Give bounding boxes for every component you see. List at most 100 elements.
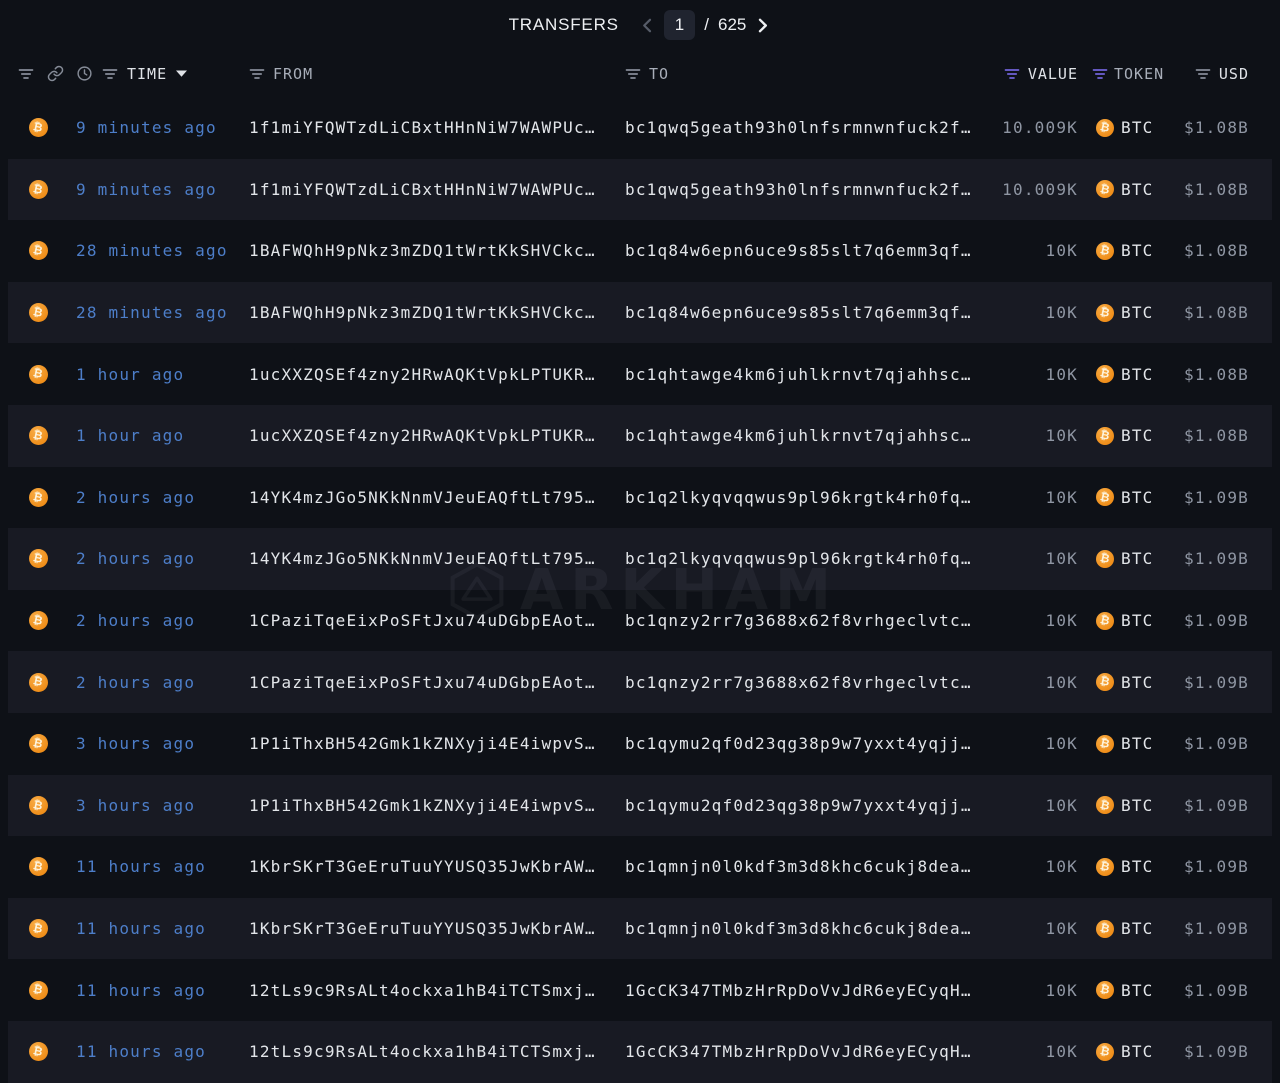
to-address[interactable]: bc1qnzy2rr7g3688x62f8vrhgeclvtc… [625, 673, 985, 692]
from-address[interactable]: 14YK4mzJGo5NKkNnmVJeuEAQftLt795… [249, 549, 625, 568]
time-link[interactable]: 3 hours ago [76, 734, 249, 753]
from-address[interactable]: 14YK4mzJGo5NKkNnmVJeuEAQftLt795… [249, 488, 625, 507]
table-row[interactable]: ₿ 11 hours ago 1KbrSKrT3GeEruTuuYYUSQ35J… [0, 898, 1280, 960]
usd-value: $1.08B [1160, 118, 1280, 137]
column-label-time[interactable]: TIME [127, 65, 167, 83]
from-address[interactable]: 12tLs9c9RsALt4ockxa1hB4iTCTSmxj… [249, 1042, 625, 1061]
table-row[interactable]: ₿ 9 minutes ago 1f1miYFQWTzdLiCBxtHHnNiW… [0, 97, 1280, 159]
filter-icon[interactable] [18, 65, 34, 82]
table-row[interactable]: ₿ 2 hours ago 14YK4mzJGo5NKkNnmVJeuEAQft… [0, 467, 1280, 529]
from-address[interactable]: 1ucXXZQSEf4zny2HRwAQKtVpkLPTUKR… [249, 426, 625, 445]
filter-icon[interactable] [1195, 67, 1211, 81]
column-label-from[interactable]: FROM [273, 65, 313, 83]
time-link[interactable]: 11 hours ago [76, 857, 249, 876]
to-address[interactable]: bc1q2lkyqvqqwus9pl96krgtk4rh0fq… [625, 488, 985, 507]
from-address[interactable]: 1P1iThxBH542Gmk1kZNXyji4E4iwpvS… [249, 796, 625, 815]
header-time-column: TIME [76, 65, 249, 83]
clock-icon[interactable] [76, 65, 93, 82]
table-row[interactable]: ₿ 28 minutes ago 1BAFWQhH9pNkz3mZDQ1tWrt… [0, 282, 1280, 344]
next-page-button[interactable] [755, 17, 771, 33]
from-address[interactable]: 12tLs9c9RsALt4ockxa1hB4iTCTSmxj… [249, 981, 625, 1000]
time-link[interactable]: 2 hours ago [76, 549, 249, 568]
from-address[interactable]: 1CPaziTqeEixPoSFtJxu74uDGbpEAot… [249, 611, 625, 630]
transfer-value: 10K [985, 919, 1078, 938]
token-cell: ₿ BTC [1078, 303, 1160, 322]
transfers-table-body: ₿ 9 minutes ago 1f1miYFQWTzdLiCBxtHHnNiW… [0, 97, 1280, 1083]
bitcoin-chain-icon: ₿ [29, 118, 48, 137]
usd-value: $1.08B [1160, 180, 1280, 199]
time-link[interactable]: 1 hour ago [76, 426, 249, 445]
time-link[interactable]: 9 minutes ago [76, 118, 249, 137]
token-symbol: BTC [1121, 241, 1154, 260]
to-address[interactable]: bc1q2lkyqvqqwus9pl96krgtk4rh0fq… [625, 549, 985, 568]
time-link[interactable]: 11 hours ago [76, 1042, 249, 1061]
from-address[interactable]: 1KbrSKrT3GeEruTuuYYUSQ35JwKbrAW… [249, 857, 625, 876]
bitcoin-token-icon: ₿ [1096, 180, 1114, 198]
to-address[interactable]: 1GcCK347TMbzHrRpDoVvJdR6eyECyqH… [625, 981, 985, 1000]
from-address[interactable]: 1CPaziTqeEixPoSFtJxu74uDGbpEAot… [249, 673, 625, 692]
to-address[interactable]: bc1qymu2qf0d23qg38p9w7yxxt4yqjj… [625, 796, 985, 815]
column-label-usd[interactable]: USD [1219, 65, 1249, 83]
bitcoin-chain-icon: ₿ [29, 673, 48, 692]
column-label-value[interactable]: VALUE [1028, 65, 1078, 83]
table-row[interactable]: ₿ 11 hours ago 12tLs9c9RsALt4ockxa1hB4iT… [0, 959, 1280, 1021]
token-symbol: BTC [1121, 118, 1154, 137]
chain-link-icon[interactable] [47, 65, 64, 82]
table-row[interactable]: ₿ 2 hours ago 1CPaziTqeEixPoSFtJxu74uDGb… [0, 590, 1280, 652]
table-row[interactable]: ₿ 28 minutes ago 1BAFWQhH9pNkz3mZDQ1tWrt… [0, 220, 1280, 282]
time-link[interactable]: 9 minutes ago [76, 180, 249, 199]
to-address[interactable]: bc1q84w6epn6uce9s85slt7q6emm3qf… [625, 241, 985, 260]
filter-icon[interactable] [625, 67, 641, 81]
from-address[interactable]: 1f1miYFQWTzdLiCBxtHHnNiW7WAWPUc… [249, 118, 625, 137]
time-link[interactable]: 2 hours ago [76, 488, 249, 507]
time-link[interactable]: 28 minutes ago [76, 241, 249, 260]
filter-icon[interactable] [249, 67, 265, 81]
table-row[interactable]: ₿ 3 hours ago 1P1iThxBH542Gmk1kZNXyji4E4… [0, 775, 1280, 837]
time-link[interactable]: 11 hours ago [76, 919, 249, 938]
table-row[interactable]: ₿ 9 minutes ago 1f1miYFQWTzdLiCBxtHHnNiW… [0, 159, 1280, 221]
to-address[interactable]: bc1q84w6epn6uce9s85slt7q6emm3qf… [625, 303, 985, 322]
table-row[interactable]: ₿ 2 hours ago 14YK4mzJGo5NKkNnmVJeuEAQft… [0, 528, 1280, 590]
pagination: 1 / 625 [639, 10, 772, 40]
from-address[interactable]: 1ucXXZQSEf4zny2HRwAQKtVpkLPTUKR… [249, 365, 625, 384]
time-link[interactable]: 11 hours ago [76, 981, 249, 1000]
time-link[interactable]: 28 minutes ago [76, 303, 249, 322]
to-address[interactable]: bc1qwq5geath93h0lnfsrmnwnfuck2f… [625, 180, 985, 199]
column-label-token[interactable]: TOKEN [1114, 65, 1164, 83]
filter-icon-active[interactable] [1092, 67, 1108, 81]
time-link[interactable]: 1 hour ago [76, 365, 249, 384]
token-cell: ₿ BTC [1078, 673, 1160, 692]
to-address[interactable]: bc1qwq5geath93h0lnfsrmnwnfuck2f… [625, 118, 985, 137]
from-address[interactable]: 1f1miYFQWTzdLiCBxtHHnNiW7WAWPUc… [249, 180, 625, 199]
chain-cell: ₿ [0, 673, 76, 692]
title-bar: TRANSFERS 1 / 625 [0, 0, 1280, 50]
time-link[interactable]: 2 hours ago [76, 673, 249, 692]
from-address[interactable]: 1P1iThxBH542Gmk1kZNXyji4E4iwpvS… [249, 734, 625, 753]
table-row[interactable]: ₿ 3 hours ago 1P1iThxBH542Gmk1kZNXyji4E4… [0, 713, 1280, 775]
to-address[interactable]: bc1qmnjn0l0kdf3m3d8khc6cukj8dea… [625, 919, 985, 938]
from-address[interactable]: 1BAFWQhH9pNkz3mZDQ1tWrtKkSHVCkc… [249, 303, 625, 322]
to-address[interactable]: bc1qhtawge4km6juhlkrnvt7qjahhsc… [625, 426, 985, 445]
table-row[interactable]: ₿ 2 hours ago 1CPaziTqeEixPoSFtJxu74uDGb… [0, 651, 1280, 713]
table-row[interactable]: ₿ 11 hours ago 1KbrSKrT3GeEruTuuYYUSQ35J… [0, 836, 1280, 898]
sort-caret-down-icon[interactable] [176, 70, 187, 77]
time-link[interactable]: 3 hours ago [76, 796, 249, 815]
table-row[interactable]: ₿ 1 hour ago 1ucXXZQSEf4zny2HRwAQKtVpkLP… [0, 405, 1280, 467]
to-address[interactable]: bc1qymu2qf0d23qg38p9w7yxxt4yqjj… [625, 734, 985, 753]
filter-icon[interactable] [102, 67, 118, 81]
to-address[interactable]: bc1qnzy2rr7g3688x62f8vrhgeclvtc… [625, 611, 985, 630]
usd-value: $1.09B [1160, 1042, 1280, 1061]
from-address[interactable]: 1BAFWQhH9pNkz3mZDQ1tWrtKkSHVCkc… [249, 241, 625, 260]
filter-icon-active[interactable] [1004, 67, 1020, 81]
header-token-column: TOKEN [1078, 65, 1160, 83]
to-address[interactable]: 1GcCK347TMbzHrRpDoVvJdR6eyECyqH… [625, 1042, 985, 1061]
token-cell: ₿ BTC [1078, 734, 1160, 753]
prev-page-button[interactable] [639, 17, 655, 33]
column-label-to[interactable]: TO [649, 65, 669, 83]
time-link[interactable]: 2 hours ago [76, 611, 249, 630]
table-row[interactable]: ₿ 11 hours ago 12tLs9c9RsALt4ockxa1hB4iT… [0, 1021, 1280, 1083]
from-address[interactable]: 1KbrSKrT3GeEruTuuYYUSQ35JwKbrAW… [249, 919, 625, 938]
to-address[interactable]: bc1qhtawge4km6juhlkrnvt7qjahhsc… [625, 365, 985, 384]
table-row[interactable]: ₿ 1 hour ago 1ucXXZQSEf4zny2HRwAQKtVpkLP… [0, 343, 1280, 405]
to-address[interactable]: bc1qmnjn0l0kdf3m3d8khc6cukj8dea… [625, 857, 985, 876]
